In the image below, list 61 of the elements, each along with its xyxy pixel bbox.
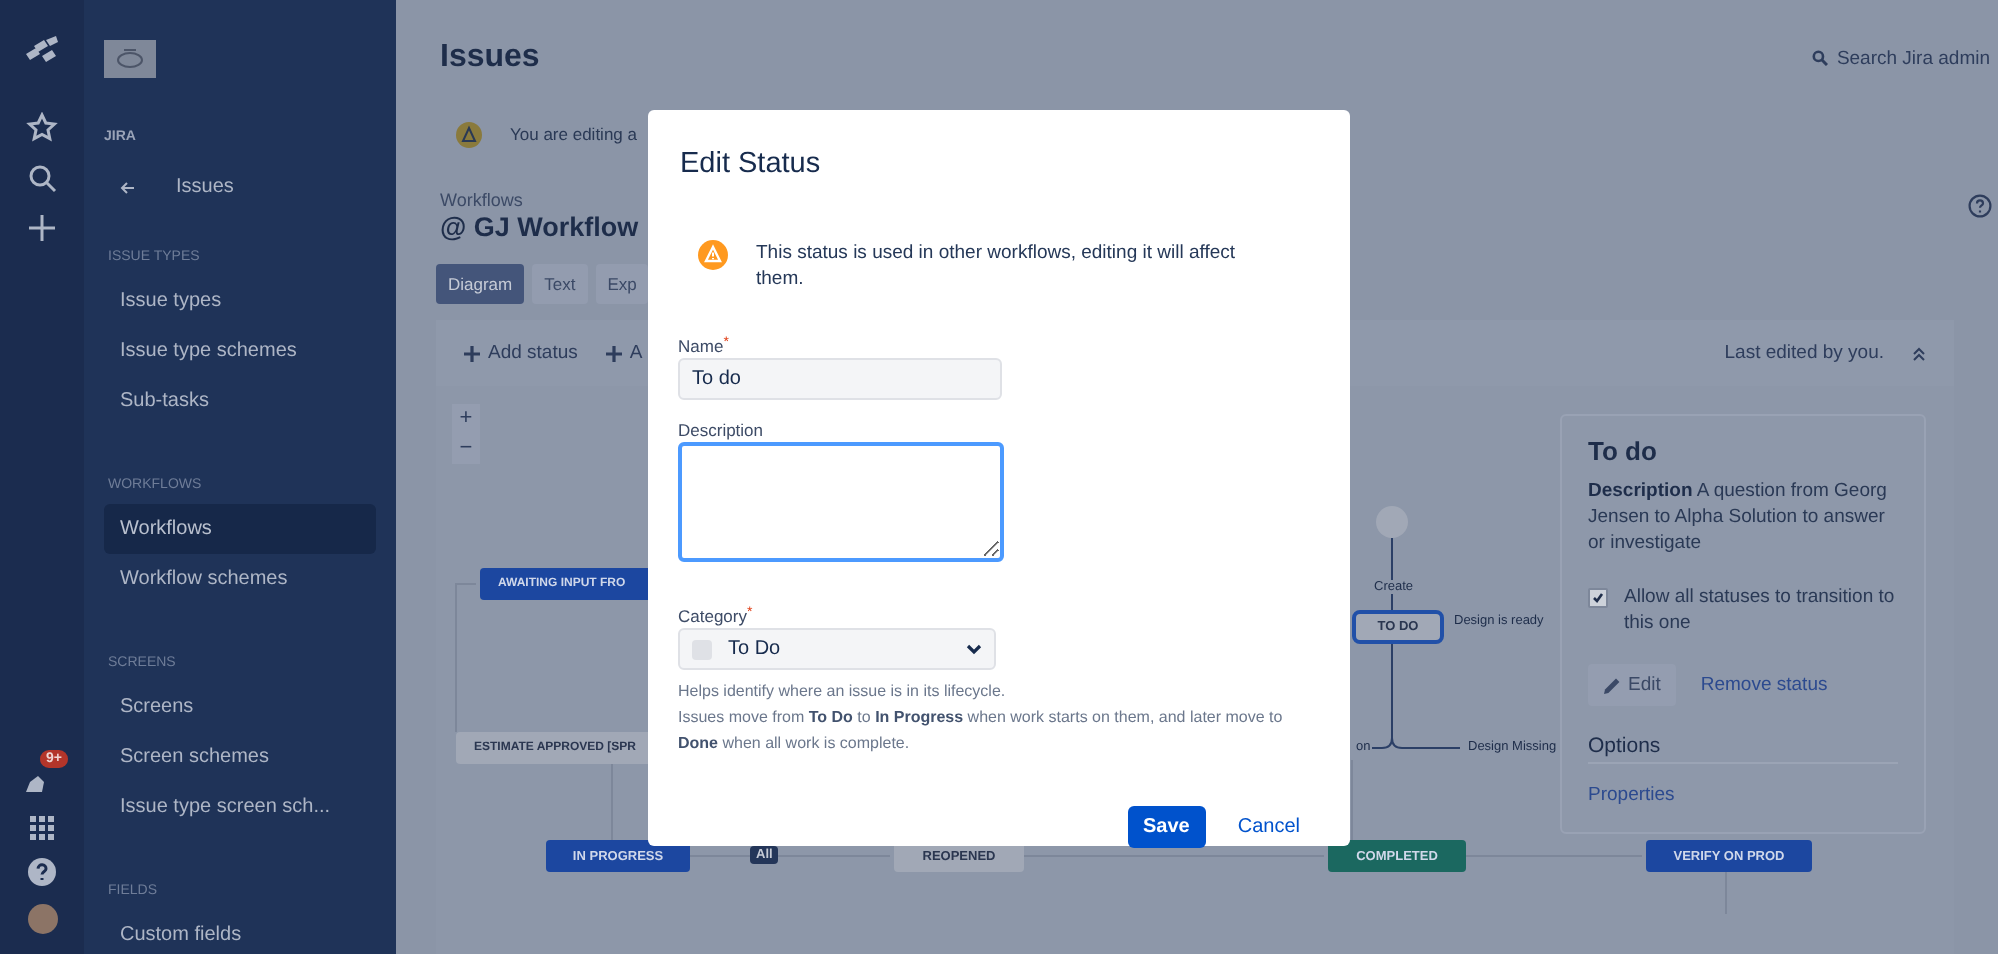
remove-status-link[interactable]: Remove status: [1700, 674, 1828, 696]
sidebar-item[interactable]: Issue types: [104, 276, 376, 326]
zoom-in-button[interactable]: +: [459, 404, 473, 434]
search-field[interactable]: Search Jira admin: [1812, 47, 1990, 69]
zoom-out-button[interactable]: −: [459, 434, 473, 464]
cancel-button[interactable]: Cancel: [1237, 816, 1300, 838]
connector-line: [1351, 759, 1353, 841]
view-tab[interactable]: Exp: [595, 264, 649, 304]
category-dropdown[interactable]: To Do: [678, 628, 996, 670]
banner-text: You are editing a: [510, 124, 637, 144]
name-field[interactable]: To do: [678, 358, 1002, 400]
sidebar-item[interactable]: Custom fields: [104, 910, 376, 954]
warning-message: This status is used in other workflows, editing it will affect them.: [756, 240, 1238, 292]
add-button[interactable]: A: [605, 342, 643, 364]
page-title: Issues: [440, 40, 540, 76]
warning-icon: [456, 121, 482, 147]
logo-icon: [104, 40, 156, 78]
sidebar-item[interactable]: Workflow schemes: [104, 554, 376, 604]
save-button[interactable]: Save: [1127, 806, 1206, 848]
sidebar-item[interactable]: Sub-tasks: [104, 376, 376, 426]
add-button[interactable]: Add status: [464, 342, 578, 364]
sidebar-item[interactable]: Screens: [104, 682, 376, 732]
field-label: Description: [678, 420, 766, 440]
app-grid-icon[interactable]: [30, 816, 54, 840]
panel-title: To do: [1588, 436, 1659, 466]
dialog-title: Edit Status: [680, 148, 823, 180]
chevron-down-icon: [966, 643, 982, 655]
plus-icon: [605, 345, 622, 361]
logo-icon[interactable]: [24, 36, 60, 68]
help-text: Helps identify where an issue is in its lifecycle.: [678, 680, 1008, 704]
view-tab[interactable]: Diagram: [436, 264, 525, 304]
notifications-icon[interactable]: [22, 770, 50, 798]
sidebar-item[interactable]: Screen schemes: [104, 732, 376, 782]
sidebar-item[interactable]: Workflows: [104, 504, 376, 554]
workflow-title: @ GJ Workflow: [440, 212, 639, 242]
back-link[interactable]: Issues: [120, 176, 376, 198]
options-heading: Options: [1588, 734, 1898, 764]
back-arrow-icon[interactable]: [120, 179, 136, 195]
avatar[interactable]: [27, 904, 57, 934]
star-icon[interactable]: [26, 112, 58, 144]
checkbox-label: Allow all statuses to transition to this one: [1624, 584, 1897, 636]
description-field[interactable]: [678, 442, 1004, 562]
edit-button[interactable]: Edit: [1588, 664, 1677, 706]
help-icon[interactable]: [1968, 194, 1992, 218]
search-icon[interactable]: [26, 162, 58, 194]
collapse-icon[interactable]: [1912, 345, 1926, 361]
checkbox[interactable]: [1588, 588, 1608, 608]
warning-icon: [698, 240, 728, 270]
help-icon[interactable]: [28, 858, 56, 886]
status-description: Description A question from Georg Jensen to Alpha Solution to answer or investigate: [1588, 478, 1889, 556]
last-edited-text: Last edited by you.: [1724, 342, 1884, 364]
breadcrumb-link[interactable]: Workflows: [440, 190, 639, 210]
plus-icon: [464, 345, 480, 361]
sidebar-item[interactable]: Issue type screen sch...: [104, 782, 376, 832]
start-node: [1376, 506, 1408, 538]
create-icon[interactable]: [26, 212, 58, 244]
sidebar-item[interactable]: Issue type schemes: [104, 326, 376, 376]
search-icon: [1812, 50, 1829, 66]
pencil-icon: [1604, 677, 1620, 693]
view-tab[interactable]: Text: [532, 264, 588, 304]
properties-link[interactable]: Properties: [1588, 784, 1675, 806]
